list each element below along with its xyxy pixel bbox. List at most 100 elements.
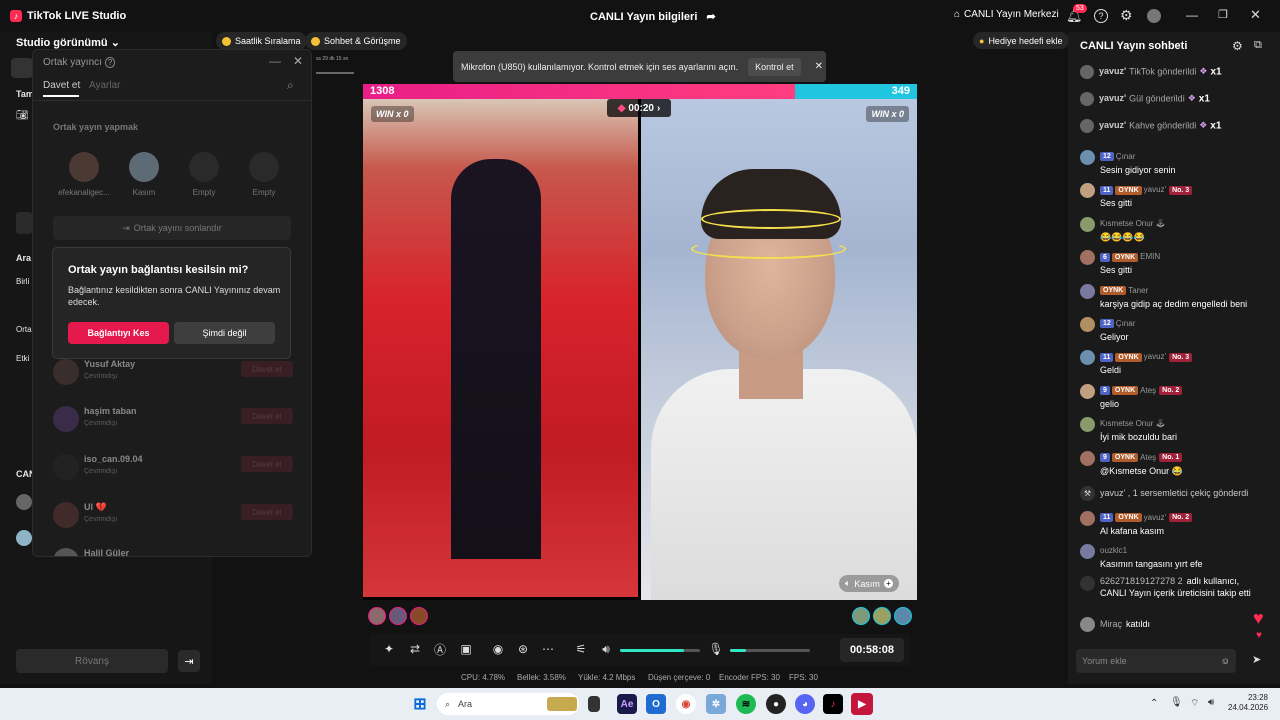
tab-indicator <box>43 95 79 97</box>
app-icon[interactable]: ● <box>766 694 786 714</box>
avatar <box>1080 150 1095 165</box>
share-icon[interactable]: ➦ <box>706 11 715 23</box>
live-chat-panel: CANLI Yayın sohbeti ⚙ ⧉ yavuz' TikTok gön… <box>1068 32 1280 684</box>
viewer-avatar[interactable] <box>410 607 428 625</box>
invite-button[interactable]: Davet et <box>241 504 293 520</box>
gift-goal-pill[interactable]: ● Hediye hedefi ekle <box>973 32 1069 49</box>
gear-icon[interactable]: ⚙ <box>1120 7 1133 24</box>
magic-wand-icon[interactable]: ✦ <box>380 640 398 658</box>
chat-message: Kısmetse Onur 🕹 İyi mik bozuldu bari <box>1080 417 1275 447</box>
scene-thumb[interactable] <box>11 58 33 78</box>
help-icon[interactable]: ? <box>1094 9 1108 23</box>
minimize-icon[interactable]: — <box>1186 8 1198 22</box>
clock-time: 23:28 <box>1247 693 1268 702</box>
restore-icon[interactable]: ❐ <box>1218 8 1228 21</box>
slot-empty-1[interactable] <box>189 152 219 182</box>
check-button[interactable]: Kontrol et <box>748 57 801 76</box>
close-icon[interactable]: ✕ <box>815 61 823 72</box>
viewer-avatar[interactable] <box>894 607 912 625</box>
sliders-icon[interactable]: ⚟ <box>572 640 590 658</box>
spotify-icon[interactable]: ≋ <box>736 694 756 714</box>
rematch-button[interactable]: Rövanş <box>16 649 168 673</box>
divider <box>33 100 311 101</box>
chat-meet-pill[interactable]: Sohbet & Görüşme <box>305 32 407 50</box>
guest-label[interactable]: 🔈︎ Kasım + <box>839 575 899 592</box>
viewer-avatar[interactable] <box>368 607 386 625</box>
mic-tray-icon[interactable]: 🎙︎ <box>1170 697 1183 708</box>
search-icon[interactable]: ⌕ <box>287 78 294 93</box>
ai-icon[interactable]: Ⓐ <box>431 640 449 658</box>
popout-icon[interactable]: ⧉ <box>1254 39 1262 52</box>
minimize-panel-icon[interactable]: — <box>269 54 281 68</box>
close-window-icon[interactable]: ✕ <box>1250 7 1261 23</box>
send-icon[interactable]: ➤ <box>1252 653 1261 666</box>
speaker-icon[interactable]: 🔊︎ <box>1208 697 1214 708</box>
viewer-avatar[interactable] <box>852 607 870 625</box>
slot-label-2: Kasım <box>132 188 156 197</box>
volume-slider[interactable] <box>620 649 700 652</box>
emoji-icon[interactable]: ☺ <box>1221 656 1230 666</box>
exit-icon[interactable]: ⇥ <box>178 650 200 672</box>
chevron-up-icon[interactable]: ⌃ <box>1150 698 1158 709</box>
info-icon[interactable]: ? <box>104 57 116 68</box>
close-panel-icon[interactable]: ✕ <box>293 54 303 68</box>
outlook-icon[interactable]: O <box>646 694 666 714</box>
discord-icon[interactable]: ◕ <box>795 694 815 714</box>
avatar <box>1080 417 1095 433</box>
after-effects-icon[interactable]: Ae <box>617 694 637 714</box>
end-cohost-button[interactable]: ⇥ Ortak yayını sonlandır <box>53 216 291 240</box>
slot-avatar-1[interactable] <box>69 152 99 182</box>
taskbar-search[interactable]: ⌕ Ara <box>437 693 579 715</box>
fan-badge: OYNK <box>1115 513 1142 523</box>
caption-icon[interactable]: ▣ <box>457 640 475 658</box>
gift-count: x1 <box>1210 120 1222 132</box>
more-icon[interactable]: ⋯ <box>539 640 557 658</box>
stat-dropped: Düşen çerçeve: 0 <box>648 673 711 682</box>
profile-avatar[interactable] <box>1147 9 1161 23</box>
hidden-button[interactable] <box>16 212 32 234</box>
volume-icon[interactable]: 🔊︎ <box>597 640 615 658</box>
camera-icon[interactable]: 📷︎ <box>16 110 29 121</box>
gift-goal-label: Hediye hedefi ekle <box>988 35 1063 46</box>
window-title[interactable]: CANLI Yayın bilgileri ➦ <box>590 10 716 23</box>
disconnect-button[interactable]: Bağlantıyı Kes <box>68 322 169 344</box>
chat-username: yavuz' <box>1099 93 1127 104</box>
slot-label-4: Empty <box>252 188 276 197</box>
record-icon[interactable]: ◉ <box>489 640 507 658</box>
hourly-ranking-pill[interactable]: Saatlik Sıralama <box>216 32 307 50</box>
viewer-avatar[interactable] <box>389 607 407 625</box>
translate-icon[interactable]: ⇄ <box>406 640 424 658</box>
cut-label-2: Ara <box>16 253 32 263</box>
file-icon[interactable] <box>588 696 600 712</box>
comment-input[interactable]: Yorum ekle ☺ <box>1076 649 1236 673</box>
invite-button[interactable]: Davet et <box>241 456 293 472</box>
home-icon: ⌂ <box>954 9 961 20</box>
not-now-button[interactable]: Şimdi değil <box>174 322 275 344</box>
mic-slider[interactable] <box>730 649 810 652</box>
viewer-avatar[interactable] <box>873 607 891 625</box>
tiktok-live-studio-icon[interactable]: ▶ <box>851 693 873 715</box>
heart-icon: ♥ <box>1256 630 1262 641</box>
slot-avatar-2[interactable] <box>129 152 159 182</box>
invite-button[interactable]: Davet et <box>241 361 293 377</box>
chat-text: karşiya gidip aç dedim engelledi beni <box>1100 298 1248 309</box>
invite-button[interactable]: Davet et <box>241 408 293 424</box>
system-text: yavuz' , 1 sersemletici çekiç gönderdi <box>1100 488 1249 498</box>
slot-empty-2[interactable] <box>249 152 279 182</box>
tiktok-icon[interactable]: ♪ <box>823 694 843 714</box>
app-icon[interactable]: ✲ <box>706 694 726 714</box>
battle-timer[interactable]: ◆ 00:20 › <box>607 99 671 117</box>
studio-view-dropdown[interactable]: Studio görünümü ⌄ <box>16 36 120 49</box>
avatar <box>1080 350 1095 366</box>
chrome-icon[interactable]: ◉ <box>676 694 696 714</box>
tab-invite[interactable]: Davet et <box>43 80 80 91</box>
target-icon[interactable]: ⊛ <box>514 640 532 658</box>
windows-start-icon[interactable]: ⊞ <box>410 694 430 714</box>
clock[interactable]: 23:28 24.04.2026 <box>1228 693 1268 713</box>
host-video <box>363 99 638 597</box>
mic-icon[interactable]: 🎙︎ <box>707 640 725 658</box>
wifi-icon[interactable]: ⌔ <box>1190 697 1199 710</box>
live-center-button[interactable]: ⌂ CANLI Yayın Merkezi <box>954 9 1059 20</box>
gear-icon[interactable]: ⚙ <box>1232 39 1243 53</box>
tab-settings[interactable]: Ayarlar <box>89 80 121 91</box>
